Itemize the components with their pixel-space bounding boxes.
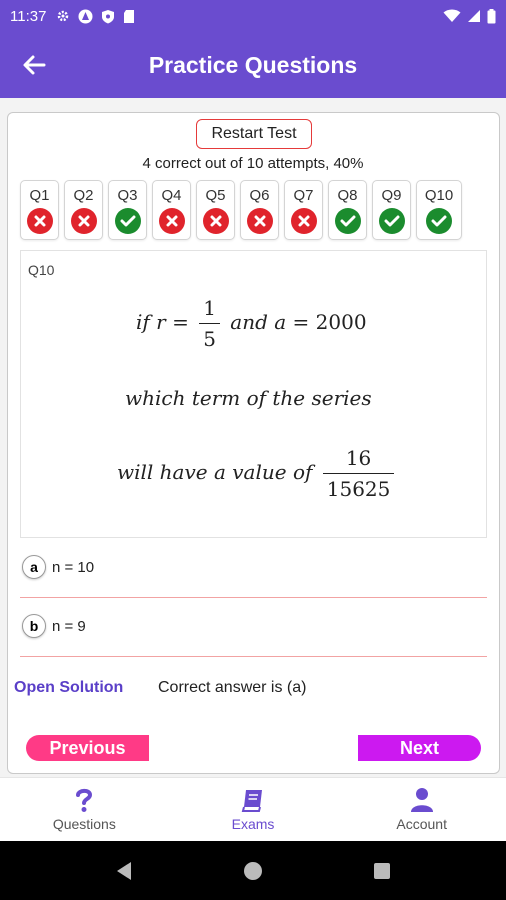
wrong-icon — [26, 208, 53, 234]
system-back-icon[interactable] — [115, 861, 133, 881]
question-tile-label: Q9 — [381, 187, 402, 204]
option-text: n = 10 — [52, 558, 95, 576]
question-tile-q4[interactable]: Q4 — [152, 180, 191, 240]
question-tile-label: Q1 — [29, 187, 50, 204]
option-key: a — [22, 555, 46, 579]
status-icons-left — [56, 9, 135, 24]
wrong-icon — [158, 208, 185, 234]
question-tile-q1[interactable]: Q1 — [20, 180, 59, 240]
check-icon — [114, 208, 141, 234]
settings-icon — [58, 10, 69, 22]
fraction-denominator: 5 — [199, 323, 220, 351]
check-icon — [426, 208, 452, 234]
next-button[interactable]: Next — [358, 735, 481, 761]
question-tile-label: Q3 — [117, 187, 138, 204]
page-title: Practice Questions — [148, 51, 358, 78]
question-tile-q5[interactable]: Q5 — [196, 180, 235, 240]
battery-icon — [487, 8, 496, 23]
previous-button[interactable]: Previous — [26, 735, 149, 761]
question-value: 2000 — [315, 310, 367, 334]
question-line-1: if r = 1 5 and a = 2000 — [136, 296, 367, 351]
correct-answer-text: Correct answer is (a) — [158, 679, 307, 696]
signal-icon — [468, 10, 480, 22]
question-text: and a = — [230, 310, 310, 334]
question-tile-label: Q4 — [161, 187, 182, 204]
option-b[interactable]: b n = 9 — [22, 614, 487, 638]
wrong-icon — [246, 208, 273, 234]
check-icon — [378, 208, 405, 234]
question-id: Q10 — [28, 262, 55, 278]
option-a[interactable]: a n = 10 — [22, 555, 487, 579]
wifi-icon — [443, 9, 461, 22]
nav-label: Account — [396, 816, 447, 832]
system-home-icon[interactable] — [243, 861, 263, 881]
option-key: b — [22, 614, 46, 638]
divider — [20, 656, 487, 657]
question-text: will have a value of — [117, 460, 313, 484]
nav-label: Questions — [52, 816, 116, 832]
question-content: Q10 if r = 1 5 and a = 2000 which term o… — [20, 250, 487, 538]
question-tile-q8[interactable]: Q8 — [328, 180, 367, 240]
wrong-icon — [70, 208, 97, 234]
nav-account[interactable]: Account — [337, 778, 506, 841]
bottom-navigation: Questions Exams Account — [0, 777, 506, 841]
question-navigator: Q1 Q2 Q3 Q4 Q5 Q6 Q7 Q8 Q9 Q10 — [18, 180, 488, 242]
book-icon — [241, 790, 262, 812]
shield-icon — [102, 9, 115, 23]
question-tile-label: Q6 — [249, 187, 270, 204]
system-navigation-bar — [0, 841, 506, 900]
question-tile-label: Q8 — [337, 187, 358, 204]
status-bar: 11:37 — [0, 0, 506, 32]
sd-card-icon — [124, 9, 135, 23]
person-icon — [410, 788, 433, 812]
app-bar: Practice Questions — [0, 32, 506, 98]
question-tile-label: Q2 — [73, 187, 94, 204]
question-tile-label: Q10 — [424, 187, 454, 204]
wrong-icon — [290, 208, 317, 234]
question-tile-q9[interactable]: Q9 — [372, 180, 411, 240]
question-tile-label: Q7 — [293, 187, 314, 204]
check-icon — [334, 208, 361, 234]
fraction-denominator: 15625 — [322, 473, 395, 501]
open-solution-link[interactable]: Open Solution — [14, 679, 123, 697]
option-text: n = 9 — [52, 617, 86, 635]
app-logo-icon — [78, 9, 93, 23]
fraction: 16 15625 — [322, 446, 395, 501]
question-tile-q3[interactable]: Q3 — [108, 180, 147, 240]
question-line-2: which term of the series — [125, 386, 372, 410]
nav-exams[interactable]: Exams — [169, 778, 338, 841]
question-tile-q2[interactable]: Q2 — [64, 180, 103, 240]
fraction: 1 5 — [199, 296, 220, 351]
question-tile-q7[interactable]: Q7 — [284, 180, 323, 240]
question-tile-label: Q5 — [205, 187, 226, 204]
question-text: if r = — [136, 310, 189, 334]
wrong-icon — [202, 208, 229, 234]
question-tile-q6[interactable]: Q6 — [240, 180, 279, 240]
restart-test-button[interactable]: Restart Test — [196, 119, 312, 149]
system-recents-icon[interactable] — [373, 862, 391, 880]
question-tile-q10[interactable]: Q10 — [416, 180, 462, 240]
nav-questions[interactable]: Questions — [0, 778, 169, 841]
fraction-numerator: 16 — [345, 446, 372, 470]
back-arrow-icon[interactable] — [20, 51, 48, 79]
nav-label: Exams — [231, 816, 275, 832]
status-time: 11:37 — [10, 7, 47, 25]
divider — [20, 597, 487, 598]
score-summary: 4 correct out of 10 attempts, 40% — [142, 155, 364, 172]
status-icons-right — [443, 8, 496, 24]
question-line-3: will have a value of 16 15625 — [117, 446, 398, 501]
question-mark-icon — [76, 788, 93, 812]
fraction-numerator: 1 — [203, 296, 216, 320]
